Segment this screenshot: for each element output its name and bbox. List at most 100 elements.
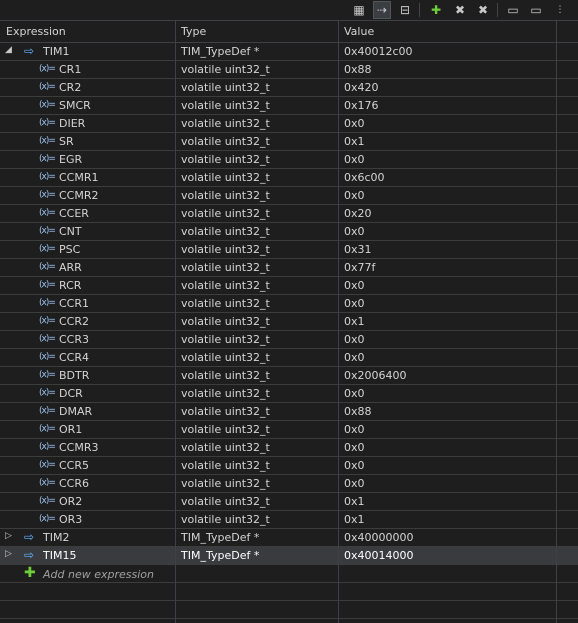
expression-value[interactable]: 0x0: [344, 387, 365, 400]
expression-value[interactable]: 0x0: [344, 333, 365, 346]
member-row[interactable]: (x)= OR3 volatile uint32_t 0x1: [0, 511, 578, 529]
column-header-value[interactable]: Value: [344, 25, 374, 38]
expression-value[interactable]: 0x20: [344, 207, 372, 220]
member-row[interactable]: (x)= CR2 volatile uint32_t 0x420: [0, 79, 578, 97]
expression-value[interactable]: 0x1: [344, 135, 365, 148]
add-new-expression-row[interactable]: ✚ Add new expression: [0, 565, 578, 583]
expression-type: volatile uint32_t: [181, 153, 270, 166]
member-row[interactable]: (x)= CCR1 volatile uint32_t 0x0: [0, 295, 578, 313]
expression-value[interactable]: 0x88: [344, 63, 372, 76]
expression-value[interactable]: 0x31: [344, 243, 372, 256]
expression-value[interactable]: 0x0: [344, 279, 365, 292]
expression-name: CCR5: [59, 459, 90, 472]
expression-value[interactable]: 0x6c00: [344, 171, 385, 184]
expression-value[interactable]: 0x1: [344, 513, 365, 526]
member-row[interactable]: (x)= CCR3 volatile uint32_t 0x0: [0, 331, 578, 349]
variable-icon: (x)=: [39, 136, 56, 146]
member-row[interactable]: (x)= CCMR3 volatile uint32_t 0x0: [0, 439, 578, 457]
member-row[interactable]: (x)= CCR2 volatile uint32_t 0x1: [0, 313, 578, 331]
expression-value[interactable]: 0x0: [344, 117, 365, 130]
expression-name: CCR1: [59, 297, 90, 310]
expression-value[interactable]: 0x0: [344, 351, 365, 364]
expression-value[interactable]: 0x0: [344, 189, 365, 202]
expression-value[interactable]: 0x1: [344, 495, 365, 508]
expression-row[interactable]: ▷ ⇨ TIM15 TIM_TypeDef * 0x40014000: [0, 547, 578, 565]
collapse-arrow-icon[interactable]: ◢: [5, 45, 12, 55]
member-row[interactable]: (x)= ARR volatile uint32_t 0x77f: [0, 259, 578, 277]
expand-arrow-icon[interactable]: ▷: [5, 531, 12, 541]
expression-type: volatile uint32_t: [181, 261, 270, 274]
expression-name: DMAR: [59, 405, 93, 418]
expression-value[interactable]: 0x0: [344, 459, 365, 472]
expression-value[interactable]: 0x0: [344, 441, 365, 454]
add-new-expression-label[interactable]: Add new expression: [43, 568, 154, 581]
variable-icon: (x)=: [39, 352, 56, 362]
expression-name: BDTR: [59, 369, 90, 382]
column-header-expression[interactable]: Expression: [6, 25, 66, 38]
show-type-names-icon[interactable]: ▦: [351, 2, 367, 18]
view-menu-icon[interactable]: ⋮: [552, 2, 568, 18]
member-row[interactable]: (x)= OR1 volatile uint32_t 0x0: [0, 421, 578, 439]
member-row[interactable]: (x)= CCMR1 volatile uint32_t 0x6c00: [0, 169, 578, 187]
column-header-type[interactable]: Type: [181, 25, 206, 38]
member-row[interactable]: (x)= CCER volatile uint32_t 0x20: [0, 205, 578, 223]
expression-type: volatile uint32_t: [181, 171, 270, 184]
expression-name: ARR: [59, 261, 82, 274]
member-row[interactable]: (x)= BDTR volatile uint32_t 0x2006400: [0, 367, 578, 385]
member-row[interactable]: (x)= DIER volatile uint32_t 0x0: [0, 115, 578, 133]
link-with-selection-icon[interactable]: ⇢: [373, 1, 391, 19]
expression-value[interactable]: 0x420: [344, 81, 379, 94]
member-row[interactable]: (x)= EGR volatile uint32_t 0x0: [0, 151, 578, 169]
expression-type: TIM_TypeDef *: [181, 549, 260, 562]
member-row[interactable]: (x)= CNT volatile uint32_t 0x0: [0, 223, 578, 241]
expressions-table: Expression Type Value ◢ ⇨ TIM1 TIM_TypeDef …: [0, 20, 578, 623]
expression-value[interactable]: 0x88: [344, 405, 372, 418]
member-row[interactable]: (x)= PSC volatile uint32_t 0x31: [0, 241, 578, 259]
expression-name: EGR: [59, 153, 83, 166]
export-icon[interactable]: ▭: [528, 2, 544, 18]
expression-value[interactable]: 0x0: [344, 297, 365, 310]
variable-icon: (x)=: [39, 316, 56, 326]
expression-value[interactable]: 0x0: [344, 225, 365, 238]
expression-type: volatile uint32_t: [181, 459, 270, 472]
expression-row[interactable]: ▷ ⇨ TIM2 TIM_TypeDef * 0x40000000: [0, 529, 578, 547]
expression-value[interactable]: 0x1: [344, 315, 365, 328]
member-row[interactable]: (x)= OR2 volatile uint32_t 0x1: [0, 493, 578, 511]
expression-type: volatile uint32_t: [181, 351, 270, 364]
expression-value[interactable]: 0x0: [344, 153, 365, 166]
collapse-all-icon[interactable]: ⊟: [397, 2, 413, 18]
member-row[interactable]: (x)= CCR4 volatile uint32_t 0x0: [0, 349, 578, 367]
expression-value[interactable]: 0x2006400: [344, 369, 407, 382]
member-row[interactable]: (x)= CCMR2 volatile uint32_t 0x0: [0, 187, 578, 205]
expression-value[interactable]: 0x176: [344, 99, 379, 112]
expression-rows: ◢ ⇨ TIM1 TIM_TypeDef * 0x40012c00 (x)= CR1 vola…: [0, 43, 578, 619]
expression-type: volatile uint32_t: [181, 297, 270, 310]
expression-value[interactable]: 0x0: [344, 423, 365, 436]
expression-value[interactable]: 0x40000000: [344, 531, 414, 544]
member-row[interactable]: (x)= CR1 volatile uint32_t 0x88: [0, 61, 578, 79]
member-row[interactable]: (x)= SR volatile uint32_t 0x1: [0, 133, 578, 151]
expand-arrow-icon[interactable]: ▷: [5, 549, 12, 559]
column-divider[interactable]: [175, 20, 176, 623]
member-row[interactable]: (x)= RCR volatile uint32_t 0x0: [0, 277, 578, 295]
expression-type: volatile uint32_t: [181, 243, 270, 256]
expression-value[interactable]: 0x0: [344, 477, 365, 490]
expression-value[interactable]: 0x40012c00: [344, 45, 413, 58]
add-expression-icon[interactable]: ✚: [428, 2, 444, 18]
column-divider[interactable]: [556, 20, 557, 623]
pointer-icon: ⇨: [24, 44, 35, 58]
remove-all-expressions-icon[interactable]: ✖: [475, 2, 491, 18]
expression-row[interactable]: ◢ ⇨ TIM1 TIM_TypeDef * 0x40012c00: [0, 43, 578, 61]
member-row[interactable]: (x)= DMAR volatile uint32_t 0x88: [0, 403, 578, 421]
member-row[interactable]: (x)= CCR6 volatile uint32_t 0x0: [0, 475, 578, 493]
expression-value[interactable]: 0x40014000: [344, 549, 414, 562]
member-row[interactable]: (x)= SMCR volatile uint32_t 0x176: [0, 97, 578, 115]
remove-expression-icon[interactable]: ✖: [452, 2, 468, 18]
add-icon: ✚: [24, 565, 36, 581]
member-row[interactable]: (x)= DCR volatile uint32_t 0x0: [0, 385, 578, 403]
new-folder-icon[interactable]: ▭: [505, 2, 521, 18]
member-row[interactable]: (x)= CCR5 volatile uint32_t 0x0: [0, 457, 578, 475]
expression-value[interactable]: 0x77f: [344, 261, 375, 274]
expression-name: CCMR2: [59, 189, 99, 202]
column-divider[interactable]: [338, 20, 339, 623]
